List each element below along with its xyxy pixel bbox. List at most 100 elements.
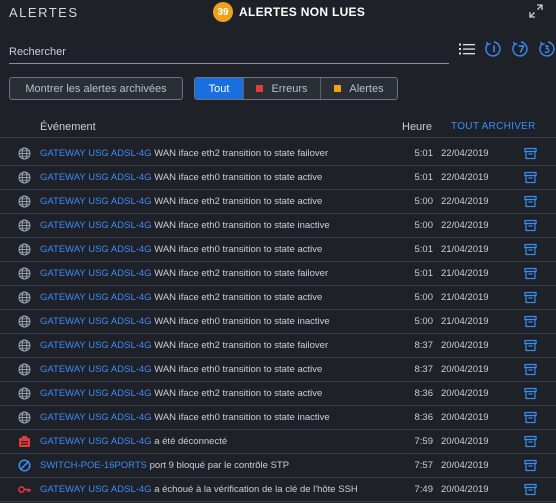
table-row[interactable]: GATEWAY USG ADSL-4G WAN iface eth0 trans… xyxy=(0,214,556,238)
table-row[interactable]: GATEWAY USG ADSL-4G WAN iface eth2 trans… xyxy=(0,382,556,406)
event-message: WAN iface eth2 transition to state activ… xyxy=(154,292,323,303)
row-event: GATEWAY USG ADSL-4G WAN iface eth2 trans… xyxy=(40,292,322,303)
device-link[interactable]: GATEWAY USG ADSL-4G xyxy=(40,340,152,351)
device-link[interactable]: GATEWAY USG ADSL-4G xyxy=(40,412,152,423)
table-row[interactable]: GATEWAY USG ADSL-4G WAN iface eth0 trans… xyxy=(0,166,556,190)
row-time: 5:00 xyxy=(414,316,434,327)
device-link[interactable]: GATEWAY USG ADSL-4G xyxy=(40,220,152,231)
device-link[interactable]: GATEWAY USG ADSL-4G xyxy=(40,316,152,327)
expand-icon[interactable] xyxy=(529,4,543,18)
clock-filter-7-icon[interactable] xyxy=(512,40,530,58)
archive-icon[interactable] xyxy=(524,147,537,160)
device-link[interactable]: GATEWAY USG ADSL-4G xyxy=(40,148,152,159)
table-row[interactable]: GATEWAY USG ADSL-4G WAN iface eth0 trans… xyxy=(0,358,556,382)
filter-alerts-button[interactable]: Alertes xyxy=(320,78,397,99)
table-row[interactable]: GATEWAY USG ADSL-4G WAN iface eth2 trans… xyxy=(0,262,556,286)
archive-icon[interactable] xyxy=(524,243,537,256)
list-view-icon[interactable] xyxy=(458,40,476,58)
table-row[interactable]: GATEWAY USG ADSL-4G WAN iface eth0 trans… xyxy=(0,310,556,334)
row-date: 21/04/2019 xyxy=(441,268,489,279)
clock-filter-1-icon[interactable] xyxy=(485,40,503,58)
key-icon xyxy=(18,486,31,493)
alerts-table: GATEWAY USG ADSL-4G WAN iface eth2 trans… xyxy=(0,142,556,502)
row-date: 22/04/2019 xyxy=(441,172,489,183)
event-message: WAN iface eth2 transition to state failo… xyxy=(154,268,329,279)
archive-icon[interactable] xyxy=(524,315,537,328)
device-link[interactable]: GATEWAY USG ADSL-4G xyxy=(40,268,152,279)
globe-icon xyxy=(18,291,31,304)
row-date: 22/04/2019 xyxy=(441,148,489,159)
row-event: GATEWAY USG ADSL-4G WAN iface eth2 trans… xyxy=(40,148,328,159)
device-link[interactable]: GATEWAY USG ADSL-4G xyxy=(40,484,152,495)
row-time: 8:37 xyxy=(414,364,434,375)
row-date: 22/04/2019 xyxy=(441,220,489,231)
archive-icon[interactable] xyxy=(524,387,537,400)
row-event: GATEWAY USG ADSL-4G WAN iface eth2 trans… xyxy=(40,388,322,399)
archive-icon[interactable] xyxy=(524,435,537,448)
device-link[interactable]: GATEWAY USG ADSL-4G xyxy=(40,364,152,375)
column-header-time: Heure xyxy=(402,121,432,133)
table-row[interactable]: GATEWAY USG ADSL-4G a été déconnecté 7:5… xyxy=(0,430,556,454)
archive-icon[interactable] xyxy=(524,291,537,304)
event-message: WAN iface eth0 transition to state activ… xyxy=(154,364,323,375)
archive-icon[interactable] xyxy=(524,459,537,472)
event-message: a été déconnecté xyxy=(154,436,228,447)
row-time: 8:36 xyxy=(414,412,434,423)
event-message: WAN iface eth2 transition to state activ… xyxy=(154,388,323,399)
table-row[interactable]: GATEWAY USG ADSL-4G WAN iface eth0 trans… xyxy=(0,406,556,430)
blocked-icon xyxy=(18,459,31,472)
archive-icon[interactable] xyxy=(524,339,537,352)
device-link[interactable]: GATEWAY USG ADSL-4G xyxy=(40,244,152,255)
device-link[interactable]: GATEWAY USG ADSL-4G xyxy=(40,196,152,207)
row-event: GATEWAY USG ADSL-4G WAN iface eth0 trans… xyxy=(40,364,322,375)
search-field[interactable] xyxy=(9,38,449,64)
filter-all-button[interactable]: Tout xyxy=(195,78,243,99)
device-link[interactable]: SWITCH-POE-16PORTS xyxy=(40,460,147,471)
globe-icon xyxy=(18,219,31,232)
row-date: 22/04/2019 xyxy=(441,196,489,207)
event-message: WAN iface eth2 transition to state failo… xyxy=(154,148,329,159)
table-row[interactable]: GATEWAY USG ADSL-4G WAN iface eth2 trans… xyxy=(0,142,556,166)
table-header: Événement Heure TOUT ARCHIVER xyxy=(0,116,556,138)
device-disconnected-icon xyxy=(19,436,30,447)
row-time: 5:00 xyxy=(414,196,434,207)
row-time: 7:57 xyxy=(414,460,434,471)
table-row[interactable]: GATEWAY USG ADSL-4G WAN iface eth2 trans… xyxy=(0,334,556,358)
globe-icon xyxy=(18,195,31,208)
archive-icon[interactable] xyxy=(524,219,537,232)
table-row[interactable]: GATEWAY USG ADSL-4G a échoué à la vérifi… xyxy=(0,478,556,502)
archive-icon[interactable] xyxy=(524,363,537,376)
device-link[interactable]: GATEWAY USG ADSL-4G xyxy=(40,436,152,447)
row-time: 7:49 xyxy=(414,484,434,495)
device-link[interactable]: GATEWAY USG ADSL-4G xyxy=(40,388,152,399)
globe-icon xyxy=(18,267,31,280)
row-date: 20/04/2019 xyxy=(441,484,489,495)
device-link[interactable]: GATEWAY USG ADSL-4G xyxy=(40,292,152,303)
globe-icon xyxy=(18,339,31,352)
row-time: 8:37 xyxy=(414,340,434,351)
globe-icon xyxy=(18,363,31,376)
row-event: GATEWAY USG ADSL-4G WAN iface eth0 trans… xyxy=(40,412,330,423)
unread-alerts: 39 ALERTES NON LUES xyxy=(213,2,365,22)
table-row[interactable]: GATEWAY USG ADSL-4G WAN iface eth2 trans… xyxy=(0,286,556,310)
table-row[interactable]: GATEWAY USG ADSL-4G WAN iface eth0 trans… xyxy=(0,238,556,262)
archive-icon[interactable] xyxy=(524,483,537,496)
archive-icon[interactable] xyxy=(524,195,537,208)
filter-all-label: Tout xyxy=(208,82,230,95)
device-link[interactable]: GATEWAY USG ADSL-4G xyxy=(40,172,152,183)
top-bar: ALERTES 39 ALERTES NON LUES xyxy=(0,0,556,26)
show-archived-button[interactable]: Montrer les alertes archivées xyxy=(9,77,183,100)
filter-errors-button[interactable]: Erreurs xyxy=(243,78,320,99)
archive-icon[interactable] xyxy=(524,411,537,424)
archive-icon[interactable] xyxy=(524,267,537,280)
row-time: 5:01 xyxy=(414,268,434,279)
event-message: WAN iface eth2 transition to state activ… xyxy=(154,196,323,207)
search-input[interactable] xyxy=(9,38,449,62)
table-row[interactable]: GATEWAY USG ADSL-4G WAN iface eth2 trans… xyxy=(0,190,556,214)
archive-icon[interactable] xyxy=(524,171,537,184)
row-event: GATEWAY USG ADSL-4G WAN iface eth2 trans… xyxy=(40,268,328,279)
clock-filter-30-icon[interactable] xyxy=(539,40,556,58)
table-row[interactable]: SWITCH-POE-16PORTS port 9 bloqué par le … xyxy=(0,454,556,478)
archive-all-button[interactable]: TOUT ARCHIVER xyxy=(451,121,536,132)
error-square-icon xyxy=(256,85,264,92)
